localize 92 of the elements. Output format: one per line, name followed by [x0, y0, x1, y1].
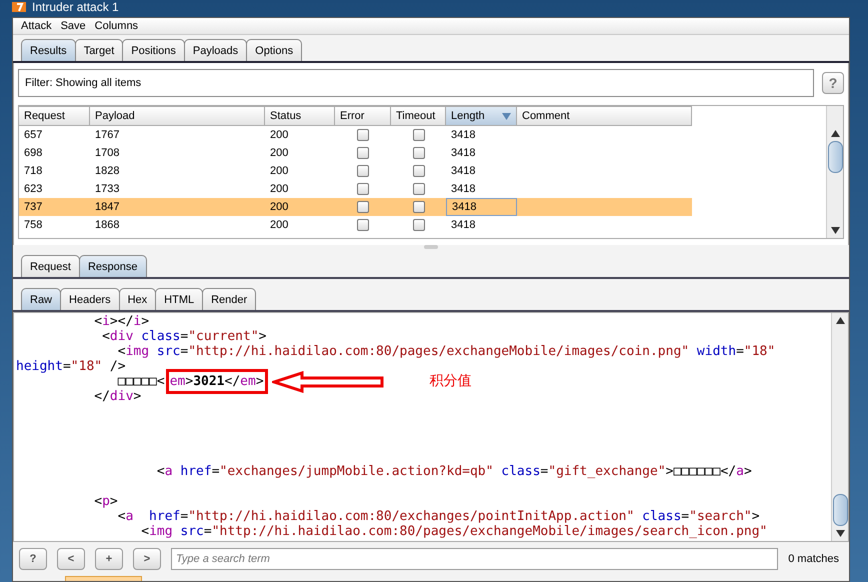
tab[interactable]: Positions	[122, 39, 185, 61]
tab[interactable]: Payloads	[184, 39, 248, 61]
table-cell-text: 1828	[94, 164, 120, 179]
annotation-label: 积分值	[430, 374, 472, 389]
table-cell-text: 200	[269, 128, 290, 143]
help-button[interactable]: ?	[822, 72, 844, 94]
code-line: height="18" />	[16, 359, 126, 374]
table-cell-text: 3418	[450, 128, 476, 143]
scroll-thumb[interactable]	[832, 494, 848, 526]
code-line: <img src="http://hi.haidilao.com:80/pages/exchangeMobile/images/search_icon.png"	[140, 524, 768, 539]
table-cell-text: 718	[23, 164, 44, 179]
search-nav-button[interactable]: +	[95, 548, 123, 570]
tab[interactable]: Results	[21, 39, 76, 61]
search-field[interactable]: Type a search term	[171, 548, 778, 570]
column-header[interactable]: Comment	[517, 106, 692, 126]
tab[interactable]: Hex	[118, 288, 156, 310]
scroll-down-icon[interactable]	[836, 529, 844, 538]
checkbox[interactable]	[412, 183, 424, 195]
code-line: <a href="exchanges/jumpMobile.action?kd=qb" class="gift_exchange">□□□□□□</a>	[156, 464, 752, 479]
table-cell-text: 758	[23, 218, 44, 233]
tab[interactable]: Headers	[60, 288, 120, 310]
table-cell-text: 1733	[94, 182, 120, 197]
table-cell-text: 623	[23, 182, 44, 197]
search-nav-button[interactable]: >	[133, 548, 161, 570]
sort-down-icon	[502, 112, 511, 120]
checkbox[interactable]	[412, 147, 424, 159]
tab[interactable]: Options	[246, 39, 302, 61]
scroll-up-icon[interactable]	[836, 316, 844, 325]
table-cell-text: 200	[269, 146, 290, 161]
scroll-thumb[interactable]	[828, 141, 842, 173]
column-header[interactable]: Payload	[90, 106, 265, 126]
scrollbar[interactable]	[826, 106, 843, 238]
column-header[interactable]: Request	[19, 106, 90, 126]
tab[interactable]: Response	[78, 255, 147, 277]
code-line: <div class="current">	[101, 329, 266, 344]
checkbox[interactable]	[357, 129, 369, 141]
column-header[interactable]: Length	[446, 106, 517, 126]
code-line: <img src="http://hi.haidilao.com:80/pages/exchangeMobile/images/coin.png" width="18"	[116, 344, 776, 359]
tab[interactable]: Render	[202, 288, 256, 310]
search-nav-button[interactable]: <	[57, 548, 85, 570]
tab[interactable]: Request	[21, 255, 80, 277]
menu-item[interactable]: Attack	[21, 20, 52, 32]
column-header[interactable]: Timeout	[391, 106, 446, 126]
table-cell: 3418	[446, 198, 517, 216]
checkbox[interactable]	[412, 165, 424, 177]
code-line: </div>	[93, 389, 142, 404]
table-cell-text: 3418	[450, 182, 476, 197]
table-cell-text: 3418	[450, 146, 476, 161]
table-cell-text: 3418	[450, 164, 476, 179]
table-cell-text: 200	[269, 218, 290, 233]
scrollbar[interactable]	[831, 313, 848, 541]
table-row[interactable]: 737 1847 200 3418	[19, 198, 692, 216]
table-cell-text: 1847	[94, 200, 120, 215]
table-cell-text: 737	[23, 200, 44, 215]
checkbox[interactable]	[412, 201, 424, 213]
table-cell-text: 1708	[94, 146, 120, 161]
checkbox[interactable]	[357, 183, 369, 195]
tab[interactable]: Target	[74, 39, 124, 61]
highlight-box: em>3021</em>	[166, 369, 268, 394]
checkbox[interactable]	[357, 165, 369, 177]
table-cell-text: 698	[23, 146, 44, 161]
table-cell-text: 3418	[450, 218, 476, 233]
checkbox[interactable]	[357, 219, 369, 231]
table-cell-text: 1767	[94, 128, 120, 143]
splitter-handle[interactable]	[424, 245, 438, 249]
scroll-down-icon[interactable]	[830, 226, 840, 235]
search-nav-button[interactable]: ?	[19, 548, 47, 570]
code-line: <a href="http://hi.haidilao.com:80/exchanges/pointInitApp.action" class="search">	[116, 509, 760, 524]
checkbox[interactable]	[357, 201, 369, 213]
table-cell-text: 200	[269, 164, 290, 179]
tab[interactable]: Raw	[21, 288, 62, 310]
filter-bar[interactable]: Filter: Showing all items	[18, 69, 814, 97]
code-line: <i></i>	[93, 314, 150, 329]
match-count: 0 matches	[788, 553, 839, 565]
table-cell-text: 1868	[94, 218, 120, 233]
checkbox[interactable]	[412, 129, 424, 141]
table-cell-text: 200	[269, 182, 290, 197]
app-icon	[12, 2, 26, 12]
window-title: Intruder attack 1	[32, 0, 119, 14]
code-line: □□□□□<	[116, 374, 165, 389]
table-cell-text: 200	[269, 200, 290, 215]
code-line: <p>	[93, 494, 118, 509]
arrow-icon	[272, 370, 384, 392]
column-header[interactable]: Status	[265, 106, 335, 126]
tab[interactable]: HTML	[155, 288, 204, 310]
table-cell-text: 657	[23, 128, 44, 143]
checkbox[interactable]	[357, 147, 369, 159]
column-header[interactable]: Error	[335, 106, 391, 126]
menu-item[interactable]: Columns	[94, 20, 138, 32]
checkbox[interactable]	[412, 219, 424, 231]
scroll-up-icon[interactable]	[830, 129, 840, 138]
menu-item[interactable]: Save	[60, 20, 86, 32]
